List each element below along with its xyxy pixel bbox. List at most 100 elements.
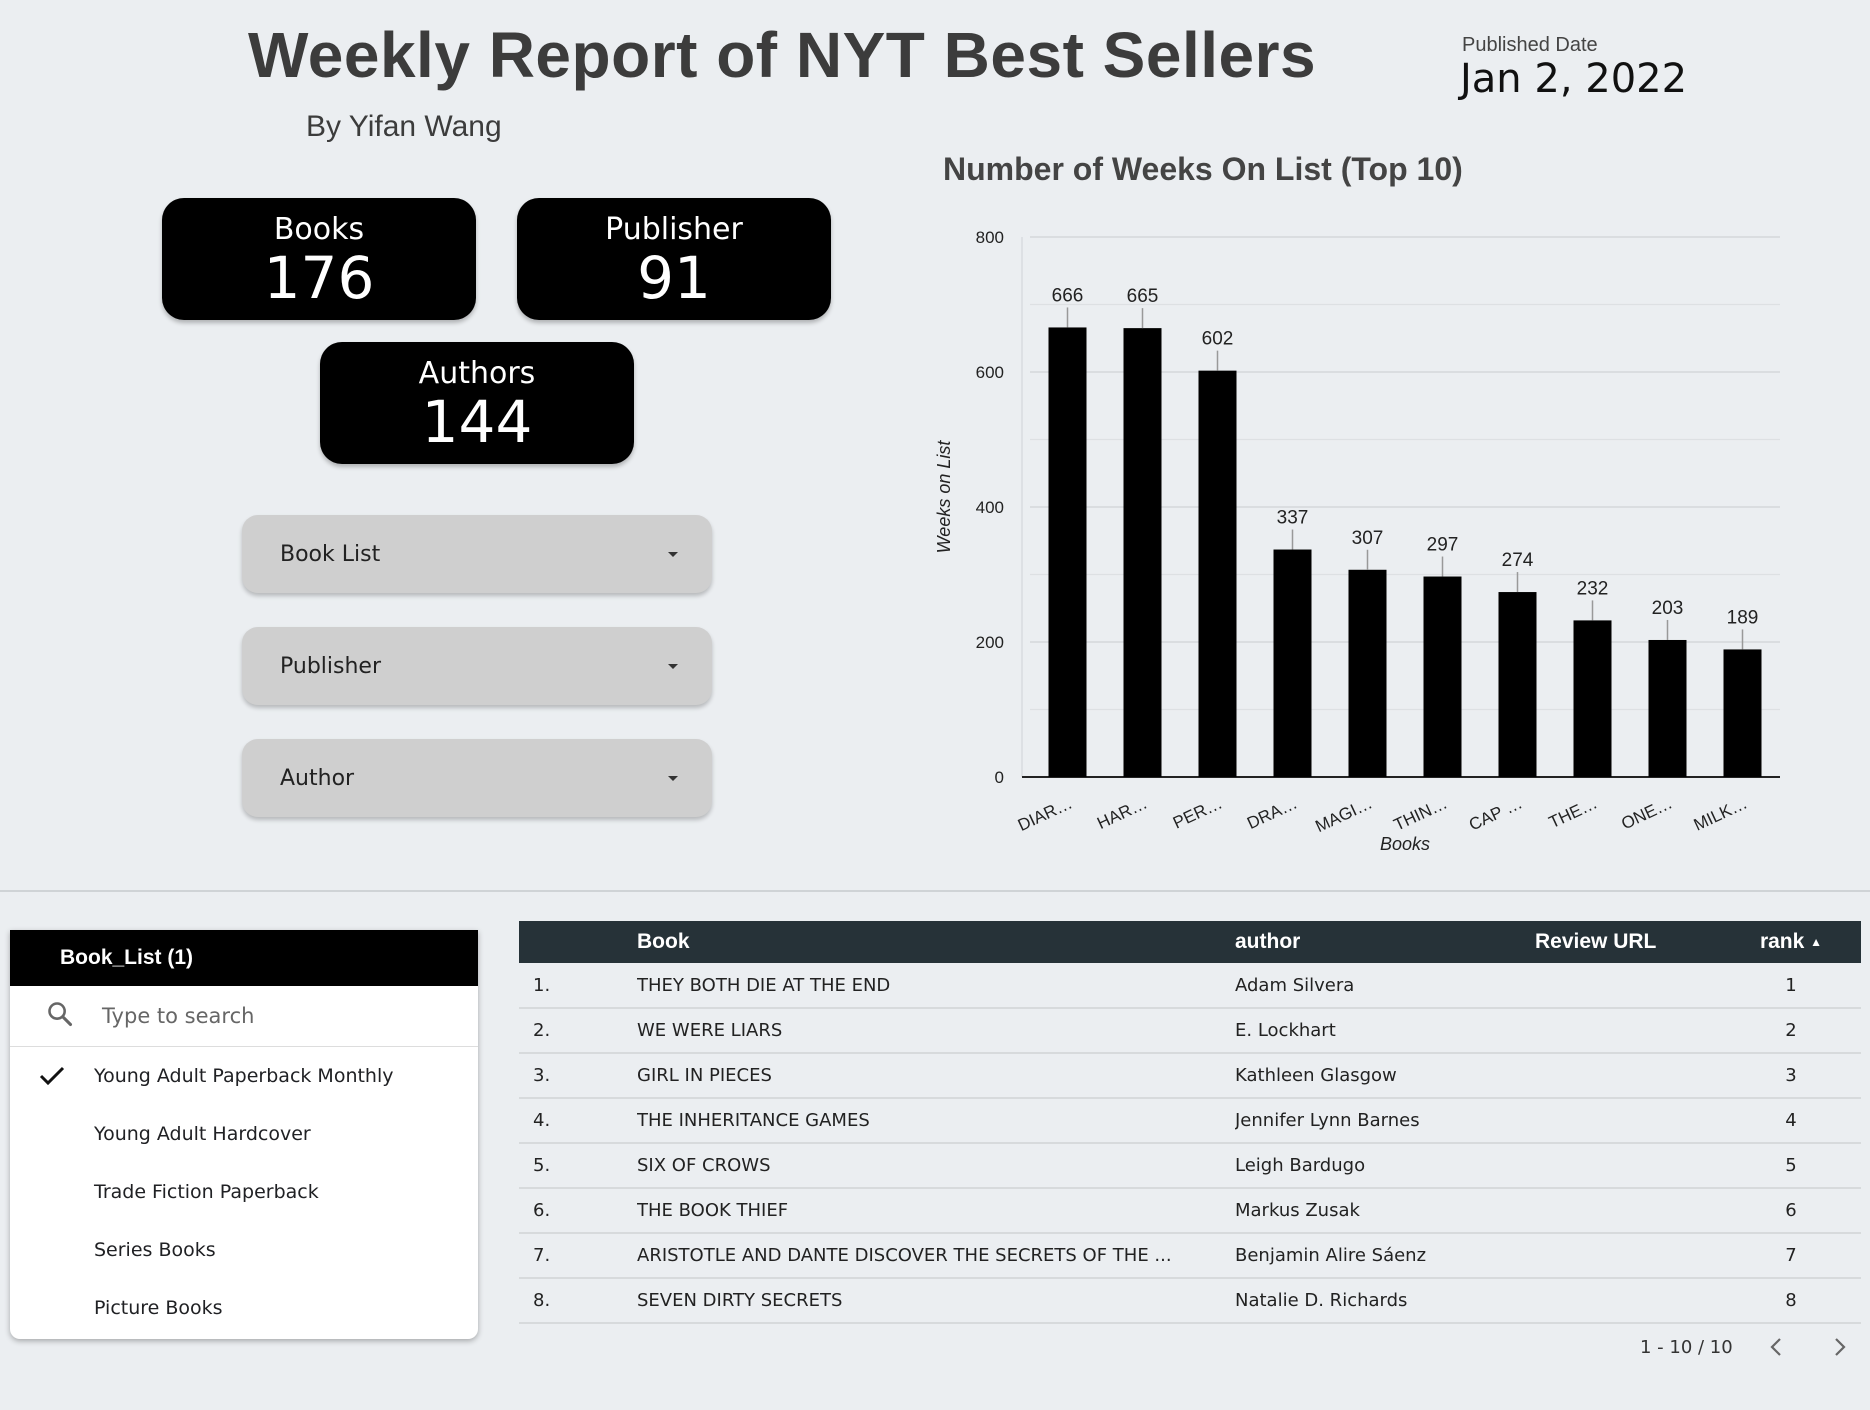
data-label: 274 xyxy=(1502,550,1534,571)
table-row[interactable]: 1. THEY BOTH DIE AT THE END Adam Silvera 1 xyxy=(519,963,1861,1008)
dropdown-label: Book List xyxy=(280,541,381,567)
table-row[interactable]: 4. THE INHERITANCE GAMES Jennifer Lynn Bar… xyxy=(519,1098,1861,1143)
bar xyxy=(1198,370,1237,777)
cell-rank: 8 xyxy=(1785,1290,1797,1311)
cell-rank: 6 xyxy=(1785,1200,1797,1221)
search-icon xyxy=(46,1000,102,1033)
data-label: 602 xyxy=(1202,329,1234,350)
published-date-value: Jan 2, 2022 xyxy=(1460,56,1688,102)
data-label: 337 xyxy=(1277,508,1309,529)
table-row[interactable]: 5. SIX OF CROWS Leigh Bardugo 5 xyxy=(519,1143,1861,1188)
cell-review-url[interactable] xyxy=(1535,1278,1721,1323)
search-placeholder: Type to search xyxy=(102,1004,255,1028)
cell-book: SEVEN DIRTY SECRETS xyxy=(637,1290,843,1311)
data-label: 232 xyxy=(1577,578,1609,599)
page-subtitle: By Yifan Wang xyxy=(306,110,502,143)
data-label: 297 xyxy=(1427,535,1459,556)
cell-rank: 1 xyxy=(1785,974,1797,996)
x-axis-title: Books xyxy=(1380,834,1430,854)
cell-review-url[interactable] xyxy=(1535,1188,1721,1233)
page-title: Weekly Report of NYT Best Sellers xyxy=(248,19,1317,91)
cell-review-url[interactable] xyxy=(1535,1143,1721,1188)
table-pagination: 1 - 10 / 10 xyxy=(1640,1336,1849,1358)
sort-ascending-icon: ▲ xyxy=(1810,935,1823,949)
table-row[interactable]: 8. SEVEN DIRTY SECRETS Natalie D. Richards… xyxy=(519,1278,1861,1323)
author-dropdown[interactable]: Author xyxy=(242,739,712,817)
filter-item-label: Trade Fiction Paperback xyxy=(94,1181,319,1203)
filter-item[interactable]: Picture Books xyxy=(10,1279,478,1337)
bar xyxy=(1723,649,1762,777)
kpi-card-publisher: Publisher 91 xyxy=(517,198,831,320)
row-index: 1. xyxy=(533,974,551,996)
column-header-review-url[interactable]: Review URL xyxy=(1535,921,1721,963)
cell-author: Adam Silvera xyxy=(1235,974,1355,996)
cell-rank: 3 xyxy=(1785,1065,1797,1086)
table-row[interactable]: 7. ARISTOTLE AND DANTE DISCOVER THE SECRE… xyxy=(519,1233,1861,1278)
cell-author: Markus Zusak xyxy=(1235,1200,1360,1221)
x-tick-label: THE… xyxy=(1546,793,1600,832)
cell-book: SIX OF CROWS xyxy=(637,1155,771,1176)
row-index: 4. xyxy=(533,1110,551,1131)
cell-rank: 7 xyxy=(1785,1245,1797,1266)
row-index: 6. xyxy=(533,1200,551,1221)
cell-review-url[interactable] xyxy=(1535,963,1721,1008)
cell-review-url[interactable] xyxy=(1535,1233,1721,1278)
published-date-label: Published Date xyxy=(1462,34,1598,56)
caret-down-icon xyxy=(668,551,678,557)
column-header-index xyxy=(519,921,637,963)
kpi-card-authors: Authors 144 xyxy=(320,342,634,464)
cell-review-url[interactable] xyxy=(1535,1053,1721,1098)
x-tick-label: PER… xyxy=(1170,793,1225,832)
row-index: 8. xyxy=(533,1290,551,1311)
cell-author: Jennifer Lynn Barnes xyxy=(1235,1110,1420,1131)
book-list-dropdown[interactable]: Book List xyxy=(242,515,712,593)
cell-author: Benjamin Alire Sáenz xyxy=(1235,1245,1427,1266)
bar xyxy=(1123,328,1162,777)
next-page-icon[interactable] xyxy=(1831,1336,1849,1358)
kpi-label: Authors xyxy=(418,356,536,391)
filter-search-field[interactable]: Type to search xyxy=(10,986,478,1047)
bar xyxy=(1423,576,1462,777)
filter-header: Book_List (1) xyxy=(10,930,478,986)
filter-item[interactable]: Trade Fiction Paperback xyxy=(10,1163,478,1221)
table-row[interactable]: 2. WE WERE LIARS E. Lockhart 2 xyxy=(519,1008,1861,1053)
table-row[interactable]: 3. GIRL IN PIECES Kathleen Glasgow 3 xyxy=(519,1053,1861,1098)
table-row[interactable]: 6. THE BOOK THIEF Markus Zusak 6 xyxy=(519,1188,1861,1233)
y-tick-label: 800 xyxy=(976,228,1004,247)
weeks-on-list-chart: 0 200 400 600 800 666 DIAR… 665 HAR… 602 PER… 337 DR… xyxy=(934,228,1780,854)
column-header-rank[interactable]: rank ▲ xyxy=(1721,921,1861,963)
bar xyxy=(1648,639,1687,777)
filter-item[interactable]: Series Books xyxy=(10,1221,478,1279)
filter-item-label: Young Adult Hardcover xyxy=(94,1123,311,1145)
x-tick-label: MAGI… xyxy=(1312,793,1375,836)
cell-review-url[interactable] xyxy=(1535,1098,1721,1143)
bar xyxy=(1273,549,1312,777)
bar xyxy=(1573,620,1612,777)
chart-title: Number of Weeks On List (Top 10) xyxy=(943,151,1463,187)
row-index: 7. xyxy=(533,1245,551,1266)
cell-rank: 4 xyxy=(1785,1110,1797,1131)
x-tick-label: CAP … xyxy=(1466,793,1525,834)
y-tick-label: 600 xyxy=(976,363,1004,382)
cell-rank: 2 xyxy=(1785,1020,1797,1041)
row-index: 2. xyxy=(533,1020,551,1041)
x-tick-label: DRA… xyxy=(1244,793,1300,833)
row-index: 5. xyxy=(533,1155,551,1176)
dropdown-label: Author xyxy=(280,765,355,791)
filter-item[interactable]: Young Adult Hardcover xyxy=(10,1105,478,1163)
caret-down-icon xyxy=(668,775,678,781)
kpi-card-books: Books 176 xyxy=(162,198,476,320)
bar xyxy=(1348,569,1387,777)
cell-review-url[interactable] xyxy=(1535,1008,1721,1053)
filter-item[interactable]: Young Adult Paperback Monthly xyxy=(10,1047,478,1105)
cell-author: Leigh Bardugo xyxy=(1235,1155,1366,1176)
dropdown-label: Publisher xyxy=(280,653,381,679)
publisher-dropdown[interactable]: Publisher xyxy=(242,627,712,705)
previous-page-icon[interactable] xyxy=(1767,1336,1785,1358)
filter-item-list: Young Adult Paperback Monthly Young Adult… xyxy=(10,1047,478,1337)
data-label: 665 xyxy=(1127,286,1159,307)
column-header-book[interactable]: Book xyxy=(637,921,1235,963)
column-header-author[interactable]: author xyxy=(1235,921,1535,963)
caret-down-icon xyxy=(668,663,678,669)
data-label: 666 xyxy=(1052,285,1084,306)
